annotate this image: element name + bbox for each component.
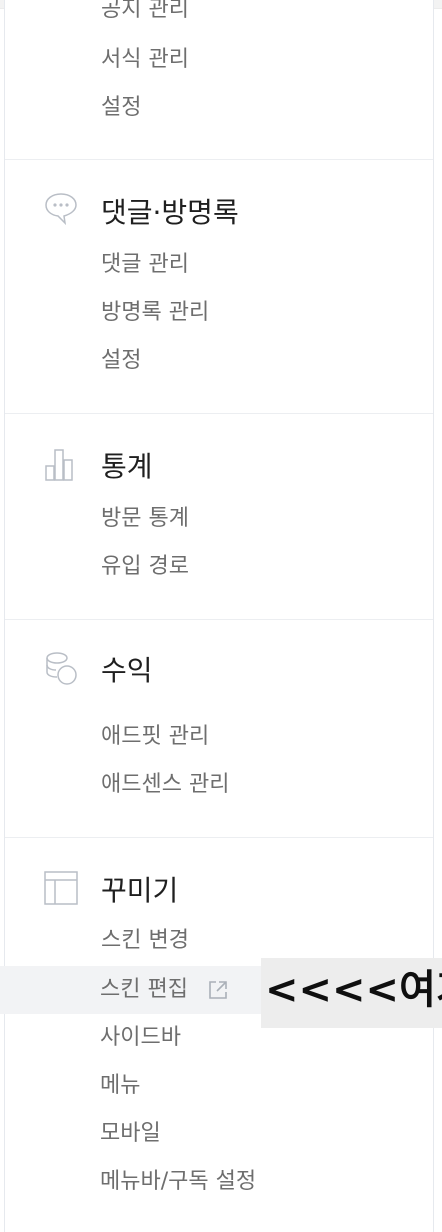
annotation-callout: <<<<여기	[261, 958, 442, 1028]
section-stats: 통계 방문 통계 유입 경로	[5, 413, 433, 620]
menu-item-visit-stats[interactable]: 방문 통계	[101, 505, 189, 533]
comment-bubble-icon	[45, 193, 77, 226]
menu-item-sidebar[interactable]: 사이드바	[100, 1024, 181, 1052]
menu-item-form-manage[interactable]: 서식 관리	[101, 46, 189, 74]
menu-item-adfit-manage[interactable]: 애드핏 관리	[101, 723, 209, 751]
menu-item-settings[interactable]: 설정	[101, 94, 141, 122]
menu-item-menubar-subscribe-settings[interactable]: 메뉴바/구독 설정	[100, 1168, 256, 1196]
menu-item-referrer[interactable]: 유입 경로	[101, 553, 189, 581]
bar-chart-icon	[45, 449, 73, 481]
menu-item-mobile[interactable]: 모바일	[100, 1120, 161, 1148]
section-title-comments[interactable]: 댓글·방명록	[101, 191, 239, 231]
section-title-customize[interactable]: 꾸미기	[101, 869, 178, 909]
menu-item-menu[interactable]: 메뉴	[100, 1072, 140, 1100]
section-title-stats[interactable]: 통계	[101, 445, 153, 485]
admin-sidebar: 공지 관리 서식 관리 설정 댓글·방명록 댓글 관리 방명록 관리 설정 통계…	[4, 0, 434, 1232]
menu-item-skin-edit[interactable]: 스킨 편집	[100, 976, 188, 1004]
menu-item-skin-change[interactable]: 스킨 변경	[101, 927, 189, 955]
coins-icon	[46, 652, 77, 685]
menu-item-adsense-manage[interactable]: 애드센스 관리	[101, 771, 229, 799]
menu-item-comment-settings[interactable]: 설정	[101, 347, 141, 375]
section-title-revenue[interactable]: 수익	[101, 649, 153, 689]
section-comments: 댓글·방명록 댓글 관리 방명록 관리 설정	[5, 159, 433, 414]
menu-item-comment-manage[interactable]: 댓글 관리	[101, 251, 189, 279]
external-link-icon	[209, 981, 227, 999]
section-notice: 공지 관리 서식 관리 설정	[5, 0, 433, 160]
section-revenue: 수익 애드핏 관리 애드센스 관리	[5, 619, 433, 838]
menu-item-guestbook-manage[interactable]: 방명록 관리	[101, 299, 209, 327]
layout-icon	[44, 871, 78, 905]
menu-item-notice-manage[interactable]: 공지 관리	[101, 0, 189, 24]
